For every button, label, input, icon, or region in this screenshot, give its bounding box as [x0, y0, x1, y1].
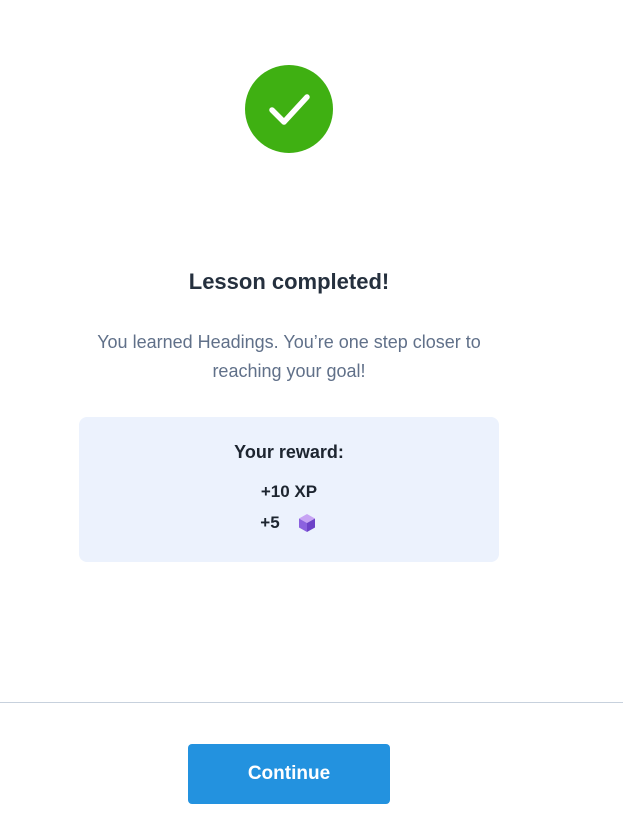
reward-card: Your reward: +10 XP +5	[79, 417, 499, 562]
checkmark-icon	[245, 65, 333, 153]
gem-icon	[296, 512, 318, 534]
reward-gems: +5	[79, 511, 499, 535]
reward-title: Your reward:	[234, 442, 344, 462]
continue-button[interactable]: Continue	[188, 744, 390, 804]
reward-xp: +10 XP	[260, 482, 318, 501]
reward-gems-value: +5	[260, 513, 280, 532]
lesson-completed-title: Lesson completed!	[188, 269, 390, 294]
footer-divider	[0, 702, 623, 703]
completion-message: You learned Headings. You’re one step cl…	[97, 332, 481, 381]
